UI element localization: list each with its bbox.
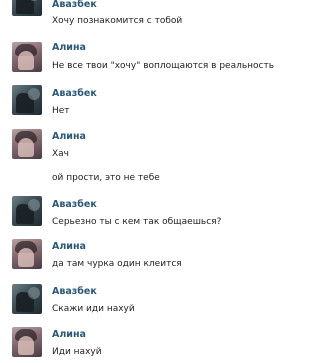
message-text: Хочу познакомится с тобой	[52, 16, 183, 26]
message-text: Нет	[52, 106, 70, 116]
author-name[interactable]: Авазбек	[52, 0, 97, 10]
message-text: Иди нахуй	[52, 347, 102, 357]
message-text: Хач	[52, 149, 69, 159]
author-name[interactable]: Алина	[52, 329, 86, 340]
avatar[interactable]	[12, 196, 42, 226]
author-name[interactable]: Авазбек	[52, 286, 97, 297]
message-text: ой прости, это не тебе	[52, 173, 160, 183]
message-text: Не все твои "хочу" воплощаются в реально…	[52, 61, 275, 71]
message-text: Скажи иди нахуй	[52, 304, 135, 314]
chat-history: Авазбек Хочу познакомится с тобой Алина …	[0, 0, 301, 363]
avatar[interactable]	[12, 85, 42, 115]
author-name[interactable]: Авазбек	[52, 88, 97, 99]
avatar[interactable]	[12, 0, 42, 16]
avatar[interactable]	[12, 327, 42, 357]
author-name[interactable]: Алина	[52, 241, 86, 252]
avatar[interactable]	[12, 284, 42, 314]
message-text: да там чурка один клеится	[52, 259, 182, 269]
author-name[interactable]: Авазбек	[52, 199, 97, 210]
avatar[interactable]	[12, 239, 42, 269]
avatar[interactable]	[12, 129, 42, 159]
message-text: Серьезно ты с кем так общаешься?	[52, 217, 222, 227]
avatar[interactable]	[12, 42, 42, 72]
author-name[interactable]: Алина	[52, 42, 86, 53]
author-name[interactable]: Алина	[52, 131, 86, 142]
